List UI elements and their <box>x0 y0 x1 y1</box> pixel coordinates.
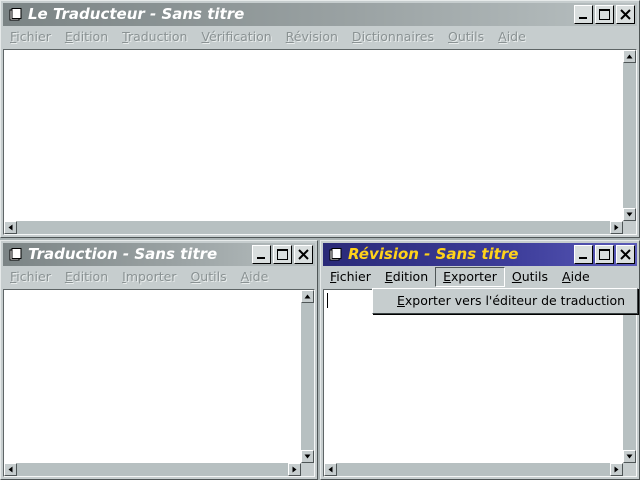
close-button[interactable] <box>616 245 635 264</box>
translation-window-title: Traduction - Sans titre <box>28 245 218 263</box>
menu-revision[interactable]: Révision <box>279 27 345 47</box>
menu-dictionnaires[interactable]: Dictionnaires <box>345 27 441 47</box>
revision-text-area[interactable] <box>323 289 637 477</box>
scroll-up-arrow-icon <box>304 294 311 299</box>
text-cursor <box>327 293 328 308</box>
window-menu-icon[interactable] <box>329 248 342 261</box>
translation-text-area[interactable] <box>3 289 315 477</box>
close-button[interactable] <box>294 245 313 264</box>
scroll-left-button[interactable] <box>4 221 17 234</box>
close-icon <box>298 249 309 260</box>
scroll-left-arrow-icon <box>8 466 13 473</box>
main-window-title: Le Traducteur - Sans titre <box>28 5 245 23</box>
resize-grip[interactable] <box>301 463 314 476</box>
scroll-left-button[interactable] <box>324 463 337 476</box>
window-menu-icon[interactable] <box>9 248 22 261</box>
revision-window-title: Révision - Sans titre <box>348 245 519 263</box>
menu-traduction[interactable]: Traduction <box>115 27 194 47</box>
resize-grip[interactable] <box>623 463 636 476</box>
main-window: Le Traducteur - Sans titre Fichier Editi… <box>0 0 640 238</box>
revision-window: Révision - Sans titre Fichier Edition Ex… <box>320 240 640 480</box>
scroll-right-button[interactable] <box>288 463 301 476</box>
menu-aide[interactable]: Aide <box>555 267 597 287</box>
scroll-down-arrow-icon <box>304 454 311 459</box>
vertical-scrollbar[interactable] <box>301 290 314 463</box>
menu-outils[interactable]: Outils <box>183 267 233 287</box>
menu-edition[interactable]: Edition <box>378 267 435 287</box>
menu-importer[interactable]: Importer <box>115 267 183 287</box>
revision-window-titlebar[interactable]: Révision - Sans titre <box>323 243 637 266</box>
scroll-down-button[interactable] <box>623 208 636 221</box>
scroll-right-arrow-icon <box>614 466 619 473</box>
close-button[interactable] <box>616 5 635 24</box>
vertical-scrollbar[interactable] <box>623 50 636 221</box>
menu-fichier[interactable]: Fichier <box>323 267 378 287</box>
translation-window-titlebar[interactable]: Traduction - Sans titre <box>3 243 315 266</box>
menu-item-export-to-translation-editor[interactable]: Exporter vers l'éditeur de traduction <box>373 291 637 311</box>
menu-aide[interactable]: Aide <box>491 27 533 47</box>
scroll-right-arrow-icon <box>614 224 619 231</box>
main-menubar: Fichier Edition Traduction Vérification … <box>3 27 637 47</box>
menu-outils[interactable]: Outils <box>441 27 491 47</box>
window-menu-icon[interactable] <box>9 8 22 21</box>
maximize-icon <box>599 9 610 20</box>
menu-fichier[interactable]: Fichier <box>3 27 58 47</box>
translation-window: Traduction - Sans titre Fichier Edition … <box>0 240 318 480</box>
scroll-up-arrow-icon <box>626 54 633 59</box>
maximize-button[interactable] <box>273 245 292 264</box>
minimize-icon <box>579 257 587 259</box>
scroll-left-arrow-icon <box>328 466 333 473</box>
horizontal-scrollbar[interactable] <box>4 463 301 476</box>
resize-grip[interactable] <box>623 221 636 234</box>
scroll-down-arrow-icon <box>626 454 633 459</box>
scroll-down-button[interactable] <box>623 450 636 463</box>
minimize-icon <box>579 17 587 19</box>
vertical-scrollbar[interactable] <box>623 290 636 463</box>
exporter-dropdown-menu: Exporter vers l'éditeur de traduction <box>372 288 638 314</box>
menu-edition[interactable]: Edition <box>58 267 115 287</box>
close-icon <box>620 9 631 20</box>
maximize-button[interactable] <box>595 245 614 264</box>
scroll-left-button[interactable] <box>4 463 17 476</box>
scroll-down-button[interactable] <box>301 450 314 463</box>
maximize-button[interactable] <box>595 5 614 24</box>
menu-verification[interactable]: Vérification <box>194 27 278 47</box>
scroll-right-button[interactable] <box>610 221 623 234</box>
minimize-button[interactable] <box>574 5 593 24</box>
horizontal-scrollbar[interactable] <box>4 221 623 234</box>
scroll-up-button[interactable] <box>301 290 314 303</box>
main-text-area[interactable] <box>3 49 637 235</box>
scroll-right-button[interactable] <box>610 463 623 476</box>
translation-menubar: Fichier Edition Importer Outils Aide <box>3 267 315 287</box>
scroll-down-arrow-icon <box>626 212 633 217</box>
menu-outils[interactable]: Outils <box>505 267 555 287</box>
maximize-icon <box>277 249 288 260</box>
minimize-button[interactable] <box>574 245 593 264</box>
menu-exporter[interactable]: Exporter <box>435 267 505 287</box>
revision-menubar: Fichier Edition Exporter Outils Aide <box>323 267 637 287</box>
menu-aide[interactable]: Aide <box>234 267 276 287</box>
menu-edition[interactable]: Edition <box>58 27 115 47</box>
horizontal-scrollbar[interactable] <box>324 463 623 476</box>
main-window-titlebar[interactable]: Le Traducteur - Sans titre <box>3 3 637 26</box>
close-icon <box>620 249 631 260</box>
maximize-icon <box>599 249 610 260</box>
minimize-icon <box>257 257 265 259</box>
scroll-right-arrow-icon <box>292 466 297 473</box>
menu-fichier[interactable]: Fichier <box>3 267 58 287</box>
minimize-button[interactable] <box>252 245 271 264</box>
scroll-left-arrow-icon <box>8 224 13 231</box>
scroll-up-button[interactable] <box>623 50 636 63</box>
